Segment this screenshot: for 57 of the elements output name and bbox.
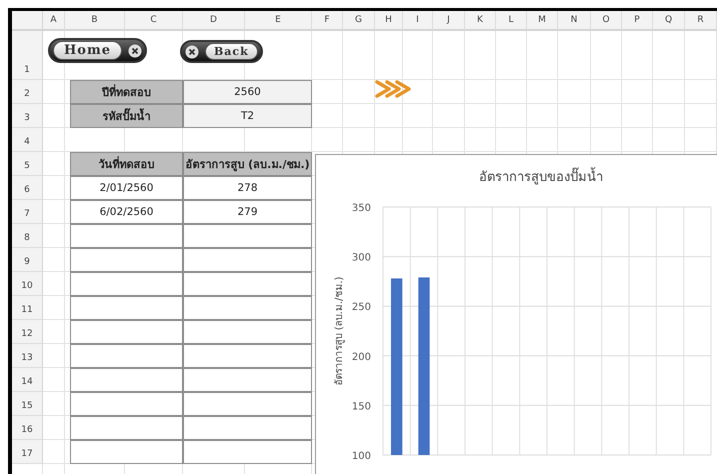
home-button[interactable]: Home xyxy=(48,38,147,63)
table-cell: 278 xyxy=(183,176,312,200)
select-all-corner[interactable] xyxy=(12,11,43,31)
row-header[interactable]: 6 xyxy=(12,176,43,200)
close-icon xyxy=(128,44,142,58)
column-heading: อัตราการสูบ (ลบ.ม./ชม.) xyxy=(183,152,312,176)
column-header[interactable]: H xyxy=(375,11,403,31)
row-header[interactable]: 15 xyxy=(12,392,43,416)
row-header[interactable]: 1 xyxy=(12,31,43,80)
field-value: 2560 xyxy=(183,80,312,104)
column-header[interactable]: F xyxy=(312,11,343,31)
axis-tick-label: 150 xyxy=(352,401,371,412)
axis-tick-label: 350 xyxy=(352,203,371,214)
column-header[interactable]: A xyxy=(43,11,65,31)
table-cell: 6/02/2560 xyxy=(70,200,183,224)
axis-tick-label: 300 xyxy=(352,252,371,264)
column-header[interactable]: K xyxy=(465,11,496,31)
column-header[interactable]: D xyxy=(183,11,245,31)
row-header[interactable]: 10 xyxy=(12,272,43,296)
column-header[interactable]: G xyxy=(343,11,375,31)
field-label: ปีที่ทดสอบ xyxy=(70,80,183,104)
column-header[interactable]: O xyxy=(591,11,622,31)
axis-tick-label: 250 xyxy=(352,302,371,314)
axis-tick-label: 100 xyxy=(352,451,371,462)
row-header[interactable]: 14 xyxy=(12,368,43,392)
column-header[interactable]: R xyxy=(685,11,717,31)
column-header[interactable]: M xyxy=(527,11,558,31)
row-header[interactable]: 9 xyxy=(12,248,43,272)
column-header[interactable]: L xyxy=(496,11,527,31)
row-header[interactable]: 3 xyxy=(12,104,43,128)
row-header[interactable]: 16 xyxy=(12,416,43,440)
back-button[interactable]: Back xyxy=(180,40,263,63)
row-header[interactable]: 2 xyxy=(12,80,43,104)
column-header[interactable]: N xyxy=(558,11,591,31)
column-header[interactable]: P xyxy=(622,11,653,31)
field-value: T2 xyxy=(183,104,312,128)
row-header[interactable]: 11 xyxy=(12,296,43,320)
table-cell: 279 xyxy=(183,200,312,224)
row-header[interactable]: 4 xyxy=(12,128,43,152)
axis-tick-label: 200 xyxy=(352,352,371,363)
column-header[interactable]: B xyxy=(65,11,125,31)
column-header[interactable]: J xyxy=(433,11,465,31)
row-header[interactable]: 13 xyxy=(12,344,43,368)
row-header[interactable]: 17 xyxy=(12,440,43,464)
row-header[interactable]: 5 xyxy=(12,152,43,176)
column-header[interactable]: Q xyxy=(653,11,685,31)
column-header[interactable]: I xyxy=(403,11,433,31)
row-header[interactable]: 7 xyxy=(12,200,43,224)
row-header[interactable]: 12 xyxy=(12,320,43,344)
close-icon xyxy=(185,44,199,58)
axis-title: อัตราการสูบ (ลบ.ม./ชม.) xyxy=(334,276,345,386)
field-label: รหัสปั๊มน้ำ xyxy=(70,104,183,128)
column-heading: วันที่ทดสอบ xyxy=(70,152,183,176)
column-header[interactable]: E xyxy=(245,11,312,31)
column-header[interactable]: C xyxy=(125,11,183,31)
row-header[interactable]: 8 xyxy=(12,224,43,248)
table-cell: 2/01/2560 xyxy=(70,176,183,200)
